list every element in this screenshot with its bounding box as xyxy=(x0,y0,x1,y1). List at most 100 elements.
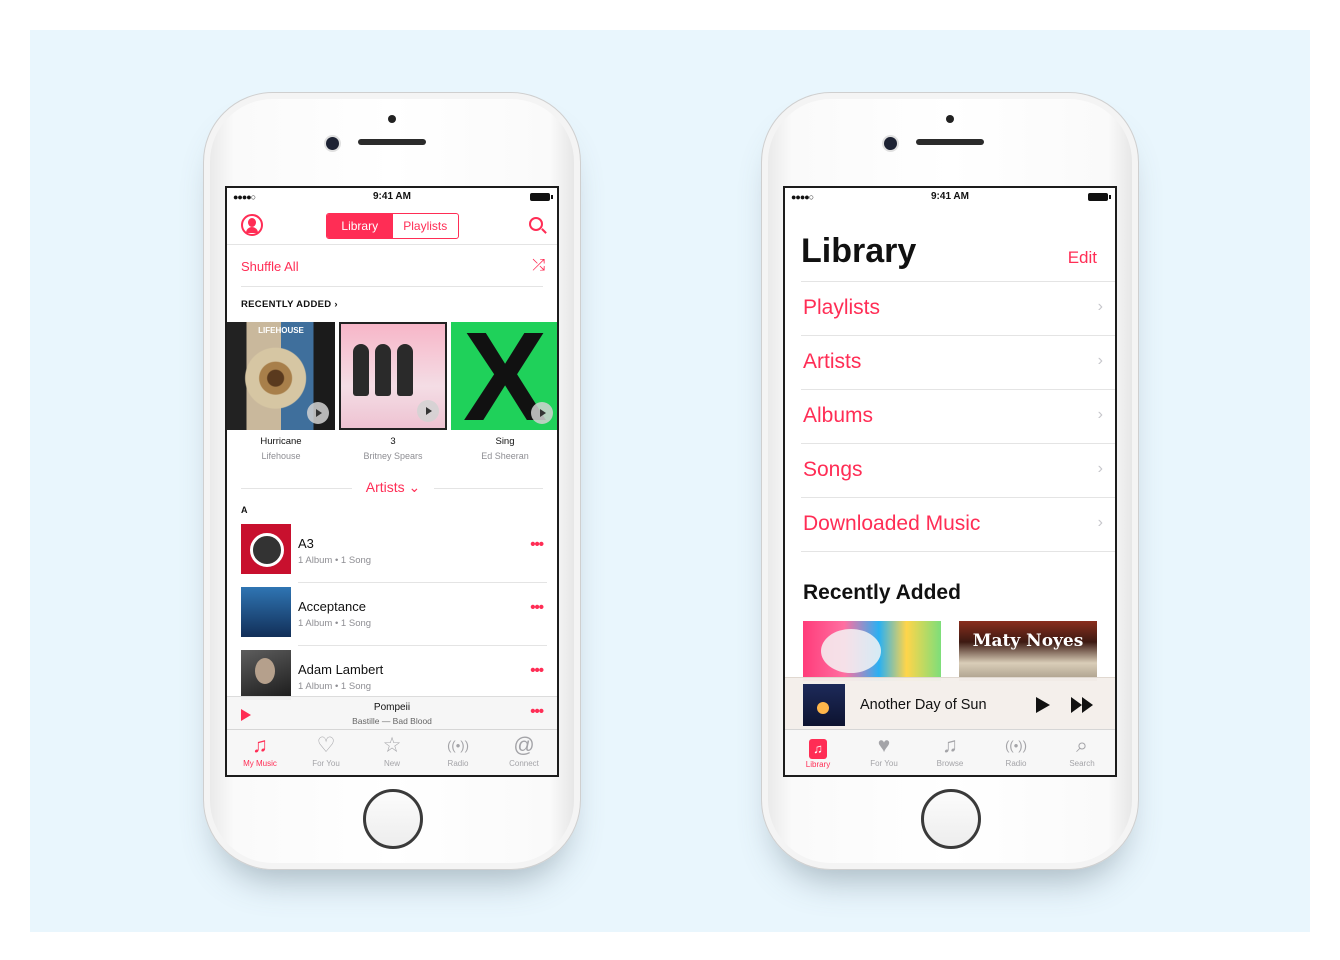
radio-icon: ((•)) xyxy=(1005,738,1027,753)
now-playing-artwork xyxy=(803,684,845,726)
status-bar: ●●●●○ 9:41 AM xyxy=(227,188,557,206)
recently-added-title: Recently Added xyxy=(803,581,961,604)
artist-thumbnail xyxy=(241,650,291,700)
tab-connect[interactable]: @ Connect xyxy=(491,730,557,775)
segment-library[interactable]: Library xyxy=(327,214,393,238)
play-icon[interactable] xyxy=(531,402,553,424)
library-item-songs[interactable]: Songs › xyxy=(801,444,1115,498)
music-note-icon: ♫ xyxy=(252,734,268,757)
search-icon: ⌕ xyxy=(1076,734,1088,757)
album-art-label: Maty Noyes xyxy=(972,631,1084,651)
album-title: Hurricane xyxy=(260,436,302,447)
album-art[interactable]: Maty Noyes xyxy=(959,621,1097,681)
album-artist: Ed Sheeran xyxy=(481,451,529,461)
album-art: LIFEHOUSE xyxy=(227,322,335,430)
front-camera xyxy=(326,137,339,150)
mini-player[interactable]: Pompeii Bastille — Bad Blood ••• xyxy=(227,696,557,730)
play-icon[interactable] xyxy=(307,402,329,424)
tab-label: For You xyxy=(870,759,898,768)
artist-thumbnail xyxy=(241,524,291,574)
album-art-figure xyxy=(397,344,413,396)
radio-icon: ((•)) xyxy=(447,738,469,753)
more-options-icon[interactable]: ••• xyxy=(530,599,544,616)
search-icon[interactable] xyxy=(529,217,543,231)
artist-name: Adam Lambert xyxy=(298,662,384,677)
more-options-icon[interactable]: ••• xyxy=(530,662,544,679)
home-button[interactable] xyxy=(921,789,981,849)
album-art: X xyxy=(451,322,557,430)
chevron-right-icon: › xyxy=(1097,298,1103,315)
tab-bar: ♫ Library ♥ For You ♫ Browse ((•)) Radio… xyxy=(785,729,1115,775)
tab-label: New xyxy=(383,759,400,768)
play-icon[interactable] xyxy=(1036,697,1050,713)
tab-label: Library xyxy=(805,760,831,769)
tab-radio[interactable]: ((•)) Radio xyxy=(425,730,491,775)
divider xyxy=(241,286,543,287)
library-item-label: Playlists xyxy=(803,296,881,319)
heart-icon: ♥ xyxy=(877,734,891,757)
home-button[interactable] xyxy=(363,789,423,849)
tab-for-you[interactable]: ♥ For You xyxy=(851,730,917,775)
artist-meta: 1 Album • 1 Song xyxy=(298,555,372,566)
status-bar: ●●●●○ 9:41 AM xyxy=(785,188,1115,206)
album-card-sing[interactable]: X Sing Ed Sheeran xyxy=(451,322,557,461)
tab-for-you[interactable]: ♡ For You xyxy=(293,730,359,775)
tab-label: My Music xyxy=(243,759,277,768)
star-icon: ☆ xyxy=(382,734,402,757)
chevron-right-icon: › xyxy=(1097,460,1103,477)
divider xyxy=(801,551,1115,552)
shuffle-all-button[interactable]: Shuffle All xyxy=(241,259,299,274)
heart-icon: ♡ xyxy=(316,734,336,757)
album-art[interactable] xyxy=(803,621,941,681)
album-card-3[interactable]: 3 Britney Spears xyxy=(339,322,447,461)
tab-library[interactable]: ♫ Library xyxy=(785,730,851,775)
more-options-icon[interactable]: ••• xyxy=(530,703,544,720)
now-playing-title: Another Day of Sun xyxy=(860,697,987,713)
play-icon[interactable] xyxy=(417,400,439,422)
album-card-hurricane[interactable]: LIFEHOUSE Hurricane Lifehouse xyxy=(227,322,335,461)
right-screen: ●●●●○ 9:41 AM Library Edit Playlists › A… xyxy=(783,186,1117,777)
tab-my-music[interactable]: ♫ My Music xyxy=(227,730,293,775)
edit-button[interactable]: Edit xyxy=(1068,248,1097,268)
album-art-figure xyxy=(375,344,391,396)
section-index-letter: A xyxy=(241,505,248,515)
list-item[interactable]: A3 1 Album • 1 Song ••• xyxy=(241,524,547,587)
recently-added-header[interactable]: RECENTLY ADDED › xyxy=(241,299,338,310)
status-time: 9:41 AM xyxy=(373,191,411,202)
library-item-label: Downloaded Music xyxy=(803,512,981,535)
segment-playlists[interactable]: Playlists xyxy=(393,214,459,238)
artist-meta: 1 Album • 1 Song xyxy=(298,681,372,692)
shuffle-icon[interactable]: ⤮ xyxy=(532,257,545,275)
more-options-icon[interactable]: ••• xyxy=(530,536,544,553)
library-item-downloaded-music[interactable]: Downloaded Music › xyxy=(801,498,1115,552)
proximity-sensor xyxy=(388,115,396,123)
now-playing-subtitle: Bastille — Bad Blood xyxy=(352,716,432,726)
album-title: 3 xyxy=(390,436,396,447)
fast-forward-icon[interactable] xyxy=(1071,697,1095,713)
mini-player[interactable]: Another Day of Sun xyxy=(785,677,1115,733)
artist-thumbnail xyxy=(241,587,291,637)
tab-new[interactable]: ☆ New xyxy=(359,730,425,775)
artists-sort-button[interactable]: Artists ⌄ xyxy=(352,479,434,496)
profile-avatar-icon[interactable] xyxy=(241,214,263,236)
left-screen: ●●●●○ 9:41 AM Library Playlists Shuffle … xyxy=(225,186,559,777)
earpiece-speaker xyxy=(916,139,984,145)
library-item-albums[interactable]: Albums › xyxy=(801,390,1115,444)
status-time: 9:41 AM xyxy=(931,191,969,202)
chevron-right-icon: › xyxy=(1097,514,1103,531)
tab-browse[interactable]: ♫ Browse xyxy=(917,730,983,775)
divider xyxy=(227,244,557,245)
tab-label: Search xyxy=(1069,759,1095,768)
library-item-artists[interactable]: Artists › xyxy=(801,336,1115,390)
tab-label: Connect xyxy=(509,759,539,768)
library-item-playlists[interactable]: Playlists › xyxy=(801,282,1115,336)
list-item[interactable]: Acceptance 1 Album • 1 Song ••• xyxy=(241,587,547,650)
tab-search[interactable]: ⌕ Search xyxy=(1049,730,1115,775)
album-title: Sing xyxy=(495,436,515,447)
divider xyxy=(298,582,547,583)
iphone-left: ●●●●○ 9:41 AM Library Playlists Shuffle … xyxy=(203,92,581,870)
tab-radio[interactable]: ((•)) Radio xyxy=(983,730,1049,775)
iphone-right: ●●●●○ 9:41 AM Library Edit Playlists › A… xyxy=(761,92,1139,870)
at-sign-icon: @ xyxy=(513,734,535,757)
library-item-label: Albums xyxy=(803,404,874,427)
